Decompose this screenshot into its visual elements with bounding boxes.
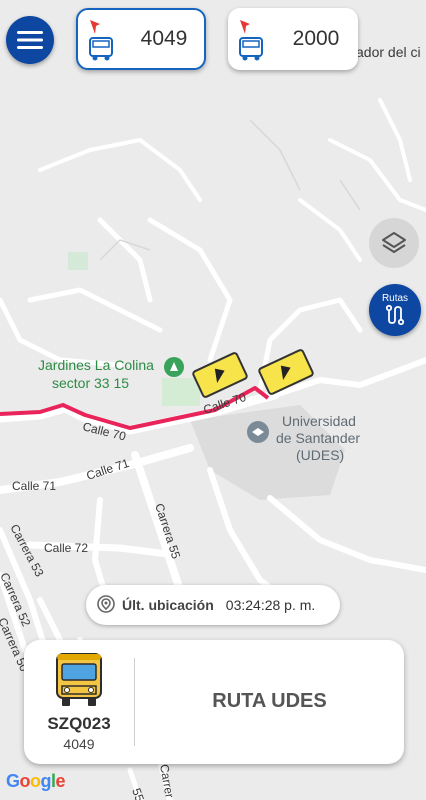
- google-logo-letter: g: [40, 771, 52, 791]
- google-logo: Google: [6, 771, 66, 792]
- route-icon: [385, 304, 405, 325]
- bus-chip-2000[interactable]: 2000: [228, 8, 358, 70]
- routes-button[interactable]: Rutas: [369, 284, 421, 336]
- map-label-park-1: Jardines La Colina: [38, 357, 154, 373]
- bus-icon: [56, 653, 102, 706]
- bus-location-icon: [234, 14, 274, 64]
- map-label-top-right: ador del ci: [356, 44, 421, 60]
- bus-info-card[interactable]: SZQ023 4049 RUTA UDES: [24, 640, 404, 764]
- google-logo-letter: e: [55, 771, 66, 791]
- google-logo-letter: G: [6, 771, 20, 791]
- bus-location-icon: [84, 14, 124, 64]
- map-label-calle71-b: Calle 71: [12, 479, 56, 493]
- layers-icon: [382, 232, 406, 253]
- google-logo-letter: o: [19, 771, 31, 791]
- map-label-calle72: Calle 72: [44, 541, 88, 555]
- menu-icon: [17, 31, 43, 49]
- last-location-pill: Últ. ubicación 03:24:28 p. m.: [86, 585, 340, 625]
- bus-plate: SZQ023: [47, 714, 111, 733]
- google-logo-letter: o: [30, 771, 41, 791]
- bus-chip-number: 4049: [140, 27, 188, 50]
- map-label-university-3: (UDES): [296, 447, 344, 463]
- menu-button[interactable]: [6, 16, 54, 64]
- last-location-label: Últ. ubicación: [122, 597, 214, 613]
- location-pin-icon: [97, 595, 115, 613]
- map-label-university-1: Universidad: [282, 413, 356, 429]
- routes-label: Rutas: [381, 292, 409, 304]
- layers-button[interactable]: [369, 218, 419, 268]
- route-name: RUTA UDES: [212, 690, 327, 712]
- map-label-university-2: de Santander: [276, 430, 360, 446]
- bus-number: 4049: [63, 736, 95, 752]
- map-label-park-2: sector 33 15: [52, 375, 129, 391]
- bus-chip-4049[interactable]: 4049: [76, 8, 206, 70]
- last-location-time: 03:24:28 p. m.: [225, 597, 316, 613]
- bus-chip-number: 2000: [292, 27, 340, 50]
